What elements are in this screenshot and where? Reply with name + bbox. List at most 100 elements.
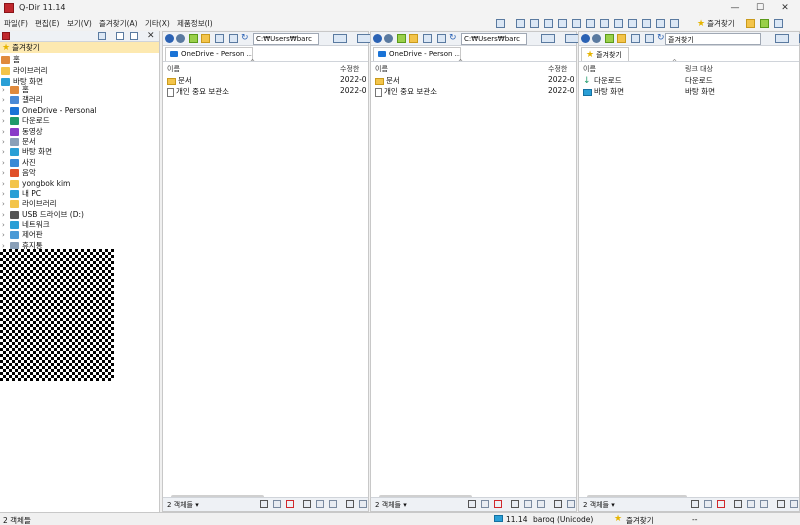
view-split-5-icon[interactable] — [586, 19, 595, 28]
mail-icon[interactable] — [273, 500, 281, 508]
view-grid-icon[interactable] — [516, 19, 525, 28]
chevron-right-icon[interactable]: › — [2, 106, 10, 116]
menu-info[interactable]: 제품정보(I) — [177, 18, 213, 29]
chevron-right-icon[interactable]: › — [2, 220, 10, 230]
tree-item[interactable]: › 내 PC — [2, 189, 158, 199]
tree-top-item-library[interactable]: 라이브러리 — [1, 65, 48, 76]
mail-icon[interactable] — [481, 500, 489, 508]
list-item[interactable]: 문서 — [167, 75, 192, 86]
chevron-right-icon[interactable]: › — [2, 95, 10, 105]
up-icon[interactable] — [189, 34, 198, 43]
chevron-right-icon[interactable]: › — [2, 137, 10, 147]
folder-tab[interactable]: ★ 즐겨찾기 — [581, 47, 629, 61]
list-item[interactable]: 개인 중요 보관소 — [375, 86, 437, 97]
copy-icon[interactable] — [747, 500, 755, 508]
grid-icon[interactable] — [98, 32, 106, 40]
view-split-11-icon[interactable] — [670, 19, 679, 28]
edit-icon[interactable] — [554, 500, 562, 508]
cut-icon[interactable] — [734, 500, 742, 508]
refresh-icon[interactable]: ↻ — [241, 33, 249, 43]
tree-item[interactable]: › 음악 — [2, 168, 158, 178]
pin-icon[interactable] — [2, 32, 10, 40]
chevron-right-icon[interactable]: › — [2, 230, 10, 240]
lightning-icon[interactable] — [260, 500, 268, 508]
favorites-header[interactable]: ★ 즐겨찾기 — [0, 42, 159, 53]
chevron-right-icon[interactable]: › — [2, 189, 10, 199]
chevron-right-icon[interactable]: › — [2, 127, 10, 137]
paste-icon[interactable] — [537, 500, 545, 508]
menu-favorites[interactable]: 즐겨찾기(A) — [99, 18, 138, 29]
pane-object-count[interactable]: 2 객체들 ▾ — [167, 500, 199, 510]
delete-icon[interactable] — [717, 500, 725, 508]
drive-icon[interactable] — [541, 34, 555, 43]
column-header-second[interactable]: 수정한 — [340, 64, 359, 74]
new-folder-icon[interactable] — [201, 34, 210, 43]
forward-icon[interactable] — [176, 34, 185, 43]
favorites-menu-button[interactable]: ★ 즐겨찾기 — [697, 18, 735, 29]
layout-icon[interactable] — [496, 19, 505, 28]
view-mode-icon[interactable] — [631, 34, 640, 43]
layout-icon[interactable] — [645, 34, 654, 43]
maximize-button[interactable]: ☐ — [753, 1, 767, 15]
tree-item[interactable]: › OneDrive - Personal — [2, 106, 158, 116]
settings-icon[interactable] — [774, 19, 783, 28]
new-file-icon[interactable] — [116, 32, 124, 40]
copy-icon[interactable] — [524, 500, 532, 508]
refresh-icon[interactable]: ↻ — [657, 33, 665, 43]
properties-icon[interactable] — [790, 500, 798, 508]
new-folder-icon[interactable] — [409, 34, 418, 43]
tree-item[interactable]: › 문서 — [2, 137, 158, 147]
edit-icon[interactable] — [777, 500, 785, 508]
view-split-4-icon[interactable] — [572, 19, 581, 28]
up-icon[interactable] — [605, 34, 614, 43]
list-item[interactable]: ↓ 다운로드 — [583, 75, 622, 86]
properties-icon[interactable] — [359, 500, 367, 508]
chevron-right-icon[interactable]: › — [2, 158, 10, 168]
close-window-button[interactable]: ✕ — [778, 1, 792, 15]
chevron-right-icon[interactable]: › — [2, 199, 10, 209]
layout-icon[interactable] — [437, 34, 446, 43]
tree-item[interactable]: › USB 드라이브 (D:) — [2, 210, 158, 220]
tree-item[interactable]: › 바탕 화면 — [2, 147, 158, 157]
copy-icon[interactable] — [316, 500, 324, 508]
chevron-right-icon[interactable]: › — [2, 147, 10, 157]
drive-2-icon[interactable] — [357, 34, 371, 43]
list-item[interactable]: 개인 중요 보관소 — [167, 86, 229, 97]
chevron-right-icon[interactable]: › — [2, 210, 10, 220]
forward-icon[interactable] — [592, 34, 601, 43]
folder-tab[interactable]: OneDrive - Person ... — [165, 47, 253, 61]
view-split-7-icon[interactable] — [614, 19, 623, 28]
pane-object-count[interactable]: 2 객체들 ▾ — [583, 500, 615, 510]
drive-2-icon[interactable] — [565, 34, 579, 43]
menu-file[interactable]: 파일(F) — [4, 18, 28, 29]
list-item[interactable]: 문서 — [375, 75, 400, 86]
forward-icon[interactable] — [384, 34, 393, 43]
column-header-name[interactable]: 이름 — [167, 64, 180, 74]
address-bar[interactable]: 즐겨찾기 — [665, 33, 761, 45]
tree-item[interactable]: › 갤러리 — [2, 95, 158, 105]
list-item[interactable]: 바탕 화면 — [583, 86, 624, 97]
delete-icon[interactable] — [494, 500, 502, 508]
back-icon[interactable] — [165, 34, 174, 43]
back-icon[interactable] — [581, 34, 590, 43]
paste-icon[interactable] — [760, 500, 768, 508]
new-folder-icon[interactable] — [617, 34, 626, 43]
chevron-right-icon[interactable]: › — [2, 116, 10, 126]
tree-item[interactable]: › 다운로드 — [2, 116, 158, 126]
tree-item[interactable]: › 제어판 — [2, 230, 158, 240]
view-split-2-icon[interactable] — [544, 19, 553, 28]
address-bar[interactable]: C:₩Users₩barc — [461, 33, 527, 45]
tools-icon[interactable] — [746, 19, 755, 28]
view-split-icon[interactable] — [530, 19, 539, 28]
view-split-8-icon[interactable] — [628, 19, 637, 28]
mail-icon[interactable] — [704, 500, 712, 508]
edit-icon[interactable] — [346, 500, 354, 508]
layout-icon[interactable] — [229, 34, 238, 43]
chevron-right-icon[interactable]: › — [2, 85, 10, 95]
menu-view[interactable]: 보기(V) — [67, 18, 92, 29]
tree-item[interactable]: › 사진 — [2, 158, 158, 168]
view-split-10-icon[interactable] — [656, 19, 665, 28]
properties-icon[interactable] — [567, 500, 575, 508]
paste-icon[interactable] — [329, 500, 337, 508]
cut-icon[interactable] — [303, 500, 311, 508]
